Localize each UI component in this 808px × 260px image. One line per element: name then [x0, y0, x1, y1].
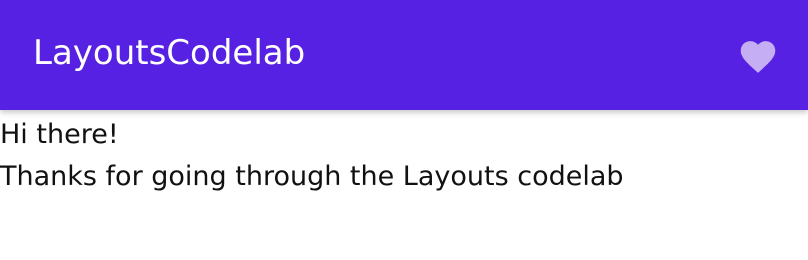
app-title: LayoutsCodelab	[33, 33, 306, 73]
body-content: Hi there! Thanks for going through the L…	[0, 114, 808, 198]
greeting-text: Hi there!	[0, 119, 119, 150]
message-text: Thanks for going through the Layouts cod…	[0, 161, 624, 192]
heart-icon	[740, 41, 776, 73]
favorite-button[interactable]	[732, 29, 784, 81]
top-app-bar: LayoutsCodelab	[0, 0, 808, 110]
